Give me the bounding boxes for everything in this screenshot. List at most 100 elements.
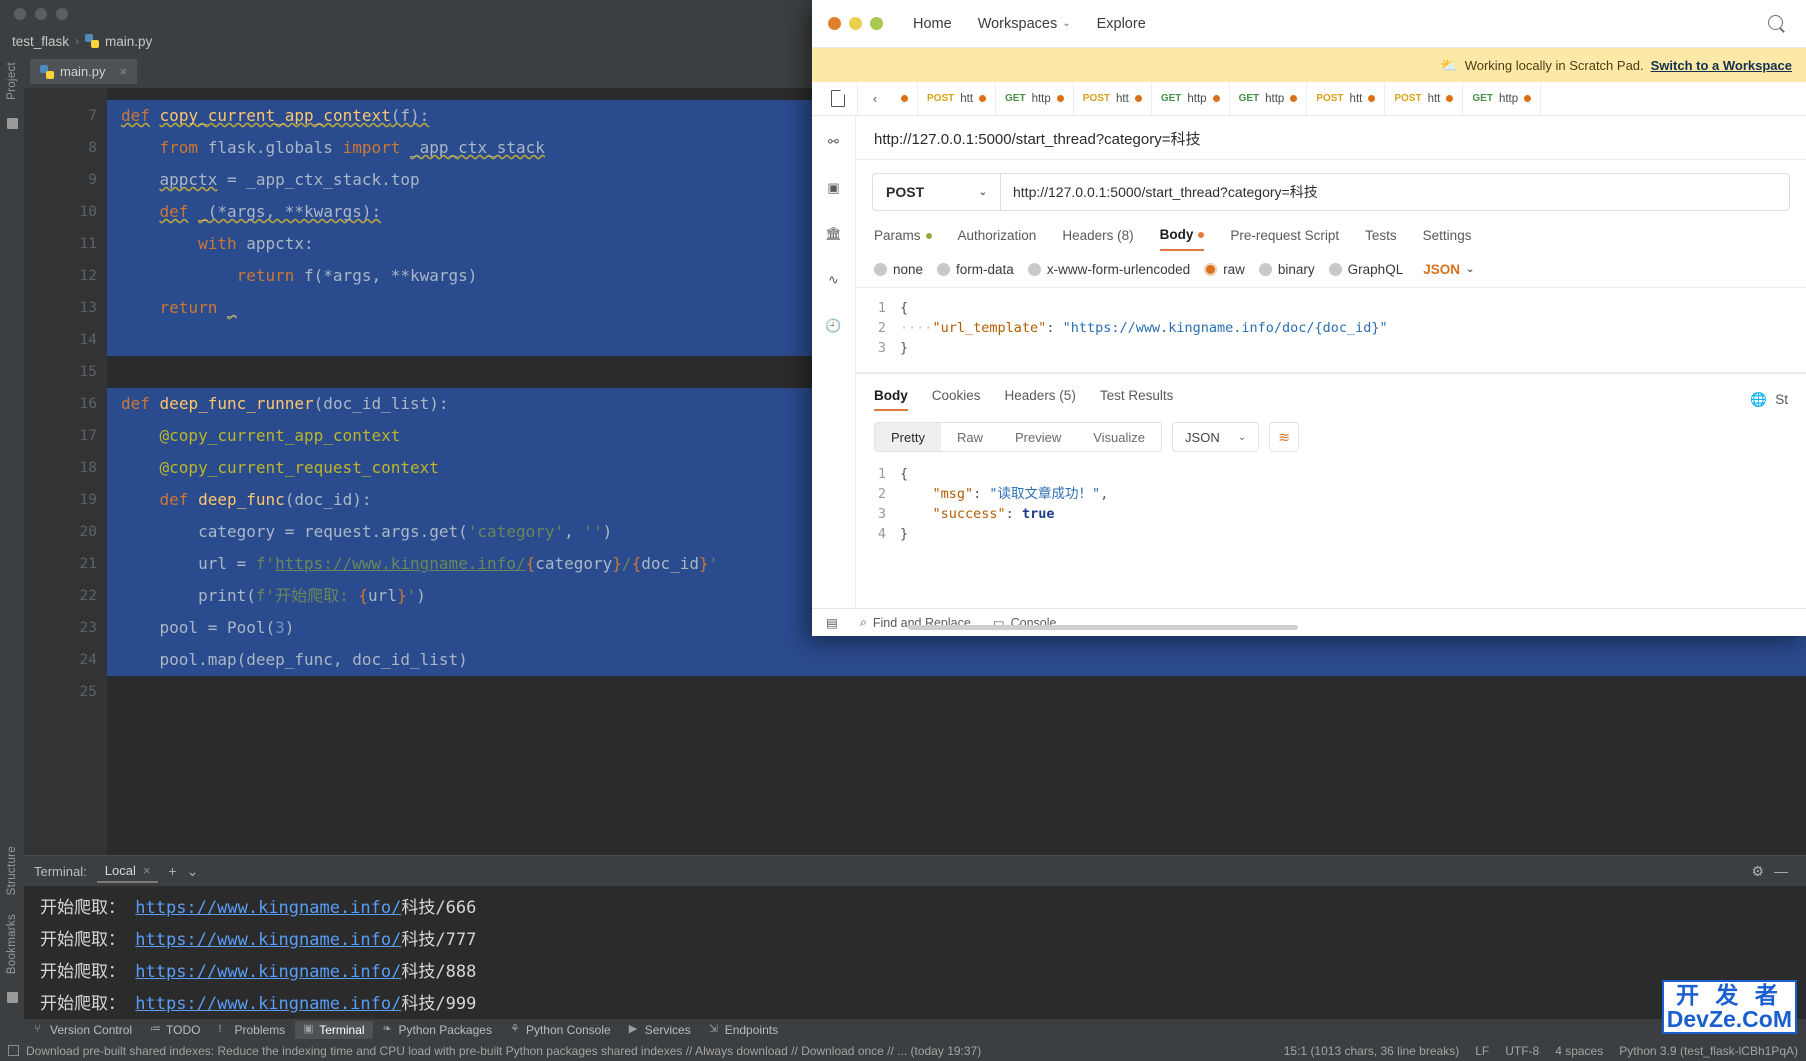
- breadcrumb-file[interactable]: main.py: [105, 34, 152, 49]
- request-tab-body[interactable]: Body: [1159, 227, 1205, 251]
- sidebar-item-structure[interactable]: Structure: [6, 846, 18, 895]
- nav-item-home[interactable]: Home: [913, 16, 952, 32]
- terminal-link[interactable]: https://www.kingname.info/: [135, 962, 401, 982]
- response-format-select[interactable]: JSON ⌄: [1172, 422, 1260, 452]
- request-tab-headers[interactable]: Headers (8): [1062, 227, 1133, 251]
- view-mode-preview[interactable]: Preview: [999, 423, 1077, 451]
- chevron-down-icon[interactable]: ⌄: [187, 863, 199, 880]
- request-tab[interactable]: [892, 82, 918, 115]
- minimize-icon[interactable]: —: [1774, 863, 1788, 879]
- unsaved-indicator-icon: [1056, 95, 1064, 102]
- tool-window-version-control[interactable]: ⑂ Version Control: [26, 1021, 140, 1039]
- request-tab[interactable]: POST htt: [1385, 82, 1464, 115]
- terminal-tab-local[interactable]: Local ×: [96, 860, 159, 883]
- terminal-output[interactable]: 开始爬取： https://www.kingname.info/科技/666 开始…: [24, 886, 1806, 1020]
- horizontal-scrollbar[interactable]: [908, 625, 1298, 630]
- response-body-viewer[interactable]: 1{2 "msg": "读取文章成功！", 3 "success": true 4}: [856, 460, 1806, 544]
- sidebar-item-project[interactable]: Project: [6, 62, 18, 100]
- status-caret-position[interactable]: 15:1 (1013 chars, 36 line breaks): [1284, 1044, 1459, 1058]
- radio-icon[interactable]: [1328, 263, 1342, 276]
- body-type-GraphQL[interactable]: GraphQL: [1328, 262, 1403, 277]
- body-type-x-www-form-urlencoded[interactable]: x-www-form-urlencoded: [1027, 262, 1190, 277]
- response-view-mode-group[interactable]: Pretty Raw Preview Visualize: [874, 422, 1163, 452]
- postman-minimize-button[interactable]: [849, 17, 862, 30]
- nav-item-workspaces[interactable]: Workspaces ⌄: [978, 16, 1071, 32]
- request-tab-pre-request[interactable]: Pre-request Script: [1230, 227, 1339, 251]
- editor-tab-main-py[interactable]: main.py ×: [30, 59, 138, 84]
- terminal-link[interactable]: https://www.kingname.info/: [135, 898, 401, 918]
- collections-icon[interactable]: ⚯: [824, 132, 844, 152]
- nav-item-explore[interactable]: Explore: [1097, 16, 1146, 32]
- response-tab-body[interactable]: Body: [874, 388, 908, 411]
- postman-window-controls[interactable]: [828, 17, 883, 30]
- tool-window-todo[interactable]: ≔ TODO: [142, 1021, 208, 1039]
- switch-workspace-link[interactable]: Switch to a Workspace: [1651, 58, 1792, 73]
- search-icon[interactable]: [1768, 14, 1786, 33]
- terminal-link[interactable]: https://www.kingname.info/: [135, 930, 401, 950]
- body-type-raw[interactable]: raw: [1204, 262, 1245, 277]
- request-body-editor[interactable]: 1{2 ····"url_template": "https://www.king…: [856, 288, 1806, 373]
- wrap-lines-button[interactable]: ≋: [1269, 422, 1300, 452]
- apis-icon[interactable]: ▣: [824, 178, 844, 198]
- view-mode-raw[interactable]: Raw: [941, 423, 999, 451]
- request-tab-settings[interactable]: Settings: [1423, 227, 1472, 251]
- status-line-separator[interactable]: LF: [1475, 1044, 1489, 1058]
- sidebar-toggle-button[interactable]: [818, 82, 858, 115]
- tool-window-python-console[interactable]: ⚘ Python Console: [502, 1021, 619, 1039]
- code-line[interactable]: [107, 676, 1806, 708]
- request-tab[interactable]: POST htt: [1307, 82, 1386, 115]
- sidebar-item-bookmarks[interactable]: Bookmarks: [6, 914, 18, 974]
- request-tab-authorization[interactable]: Authorization: [958, 227, 1037, 251]
- request-tab-params[interactable]: Params: [874, 227, 932, 251]
- gear-icon[interactable]: ⚙: [1751, 863, 1764, 880]
- postman-maximize-button[interactable]: [870, 17, 883, 30]
- environments-icon[interactable]: 🏛: [824, 224, 844, 244]
- mock-servers-icon[interactable]: ∿: [824, 270, 844, 290]
- request-tab[interactable]: POST htt: [1074, 82, 1152, 115]
- view-mode-pretty[interactable]: Pretty: [875, 423, 941, 451]
- footer-sidebar-toggle[interactable]: ▤: [826, 615, 838, 630]
- tool-window-problems[interactable]: ! Problems: [211, 1021, 294, 1039]
- status-interpreter[interactable]: Python 3.9 (test_flask-lCBh1PqA): [1619, 1044, 1798, 1058]
- request-tab[interactable]: GET http: [1152, 82, 1230, 115]
- request-tab[interactable]: GET http: [996, 82, 1074, 115]
- body-type-binary[interactable]: binary: [1258, 262, 1315, 277]
- request-tab-tests[interactable]: Tests: [1365, 227, 1397, 251]
- body-type-form-data[interactable]: form-data: [937, 262, 1014, 277]
- request-tab[interactable]: GET http: [1463, 82, 1542, 115]
- response-tab-test[interactable]: Test Results: [1100, 388, 1174, 411]
- body-format-select[interactable]: JSON ⌄: [1423, 262, 1474, 277]
- http-method-select[interactable]: POST ⌄: [873, 174, 1001, 210]
- request-tab[interactable]: POST htt: [918, 82, 997, 115]
- tool-window-python-packages[interactable]: ❧ Python Packages: [375, 1021, 500, 1039]
- code-line[interactable]: pool.map(deep_func, doc_id_list): [107, 644, 1806, 676]
- radio-icon[interactable]: [1258, 263, 1272, 276]
- postman-close-button[interactable]: [828, 17, 841, 30]
- status-encoding[interactable]: UTF-8: [1505, 1044, 1539, 1058]
- tool-window-services[interactable]: ▶ Services: [621, 1021, 699, 1039]
- add-terminal-icon[interactable]: +: [168, 863, 176, 879]
- response-tab-cookies[interactable]: Cookies: [932, 388, 981, 411]
- close-icon[interactable]: ×: [120, 64, 128, 79]
- radio-icon[interactable]: [874, 263, 887, 276]
- terminal-link[interactable]: https://www.kingname.info/: [135, 994, 401, 1014]
- tool-window-terminal[interactable]: ▣ Terminal: [295, 1020, 373, 1039]
- url-input[interactable]: http://127.0.0.1:5000/start_thread?categ…: [1001, 182, 1789, 202]
- body-type-none[interactable]: none: [874, 262, 923, 277]
- history-icon[interactable]: 🕘: [824, 316, 844, 336]
- globe-icon[interactable]: 🌐: [1750, 392, 1767, 408]
- tool-window-endpoints[interactable]: ⇲ Endpoints: [701, 1021, 786, 1039]
- request-tab[interactable]: GET http: [1230, 82, 1308, 115]
- breadcrumb-project[interactable]: test_flask: [12, 34, 69, 49]
- bookmark-icon[interactable]: [6, 992, 18, 1003]
- view-mode-visualize[interactable]: Visualize: [1077, 423, 1161, 451]
- radio-icon[interactable]: [937, 263, 951, 276]
- editor-gutter[interactable]: 7 8 9 10 11 12 13 14 15 16 17 18 19 20 21 22 23 24 25: [24, 88, 123, 896]
- close-icon[interactable]: ×: [143, 863, 151, 878]
- status-indent[interactable]: 4 spaces: [1555, 1044, 1603, 1058]
- folder-icon[interactable]: [6, 117, 18, 129]
- radio-icon[interactable]: [1204, 263, 1218, 276]
- response-tab-headers[interactable]: Headers (5): [1005, 388, 1076, 411]
- tabs-scroll-left-button[interactable]: ‹: [858, 91, 892, 106]
- radio-icon[interactable]: [1027, 263, 1041, 276]
